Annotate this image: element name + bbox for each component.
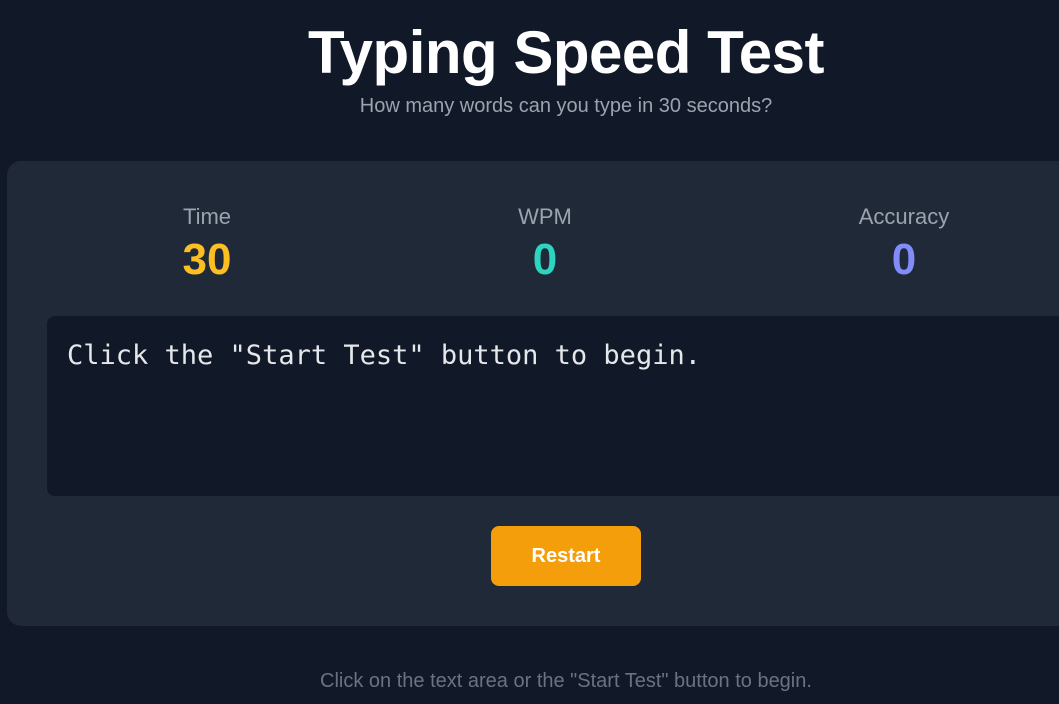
stat-wpm-value: 0 [532, 235, 558, 284]
test-card: Time 30 WPM 0 Accuracy 0 Click the "Star… [7, 161, 1059, 626]
restart-button[interactable]: Restart [491, 526, 641, 586]
stat-time-label: Time [182, 204, 232, 229]
stat-time: Time 30 [97, 203, 317, 287]
typing-text-area[interactable]: Click the "Start Test" button to begin. [47, 316, 1059, 496]
stat-time-value: 30 [182, 235, 232, 284]
page-subtitle: How many words can you type in 30 second… [359, 95, 773, 117]
stat-wpm-label: WPM [518, 204, 572, 229]
stat-wpm: WPM 0 [435, 203, 655, 287]
typing-test-page: Typing Speed Test How many words can you… [0, 0, 1059, 704]
page-title: Typing Speed Test [307, 19, 825, 86]
stat-accuracy: Accuracy 0 [794, 203, 1014, 287]
footer-hint: Click on the text area or the "Start Tes… [320, 670, 812, 692]
stat-accuracy-label: Accuracy [858, 204, 950, 229]
stat-accuracy-value: 0 [891, 235, 917, 284]
